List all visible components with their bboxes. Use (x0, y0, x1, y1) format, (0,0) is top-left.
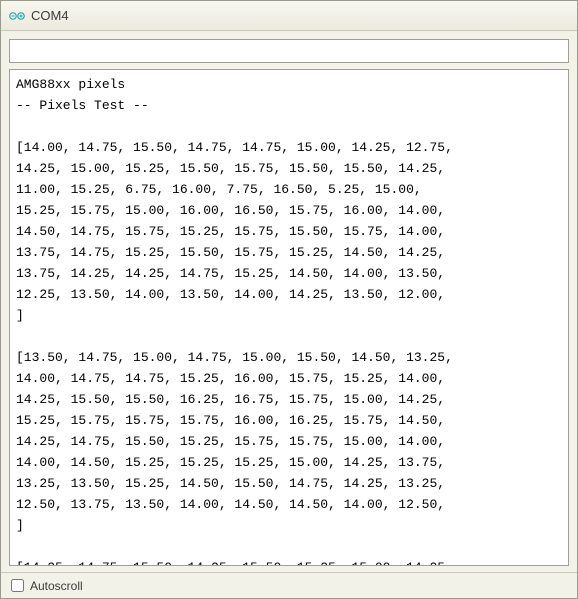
output-frame: AMG88xx pixels -- Pixels Test -- [14.00,… (9, 69, 569, 566)
out-line: 15.25, 15.75, 15.00, 16.00, 16.50, 15.75… (16, 203, 445, 218)
out-line: 13.25, 13.50, 15.25, 14.50, 15.50, 14.75… (16, 476, 445, 491)
window-title: COM4 (31, 8, 69, 23)
titlebar: COM4 (1, 1, 577, 31)
out-line: 12.50, 13.75, 13.50, 14.00, 14.50, 14.50… (16, 497, 445, 512)
out-line: 14.25, 15.00, 15.25, 15.50, 15.75, 15.50… (16, 161, 445, 176)
send-input[interactable] (9, 39, 569, 63)
arduino-icon (9, 8, 25, 24)
out-line: 13.75, 14.75, 15.25, 15.50, 15.75, 15.25… (16, 245, 445, 260)
bottom-bar: Autoscroll (1, 572, 577, 598)
autoscroll-label[interactable]: Autoscroll (30, 579, 83, 593)
autoscroll-checkbox[interactable] (11, 579, 24, 592)
out-line: 14.25, 15.50, 15.50, 16.25, 16.75, 15.75… (16, 392, 445, 407)
out-line: 13.75, 14.25, 14.25, 14.75, 15.25, 14.50… (16, 266, 445, 281)
send-row (1, 31, 577, 69)
serial-monitor-window: COM4 AMG88xx pixels -- Pixels Test -- [1… (0, 0, 578, 599)
serial-output[interactable]: AMG88xx pixels -- Pixels Test -- [14.00,… (10, 70, 568, 565)
out-line: 11.00, 15.25, 6.75, 16.00, 7.75, 16.50, … (16, 182, 422, 197)
out-line: [14.00, 14.75, 15.50, 14.75, 14.75, 15.0… (16, 140, 453, 155)
out-line: 15.25, 15.75, 15.75, 15.75, 16.00, 16.25… (16, 413, 445, 428)
out-line: [13.50, 14.75, 15.00, 14.75, 15.00, 15.5… (16, 350, 453, 365)
out-line: 12.25, 13.50, 14.00, 13.50, 14.00, 14.25… (16, 287, 445, 302)
out-line: 14.00, 14.75, 14.75, 15.25, 16.00, 15.75… (16, 371, 445, 386)
out-line: ] (16, 308, 24, 323)
out-line: 14.00, 14.50, 15.25, 15.25, 15.25, 15.00… (16, 455, 445, 470)
out-line: 14.25, 14.75, 15.50, 15.25, 15.75, 15.75… (16, 434, 445, 449)
out-line: 14.50, 14.75, 15.75, 15.25, 15.75, 15.50… (16, 224, 445, 239)
out-line: [14.25, 14.75, 15.50, 14.25, 15.50, 15.2… (16, 560, 453, 565)
out-line: -- Pixels Test -- (16, 98, 149, 113)
out-line: AMG88xx pixels (16, 77, 125, 92)
out-line: ] (16, 518, 24, 533)
